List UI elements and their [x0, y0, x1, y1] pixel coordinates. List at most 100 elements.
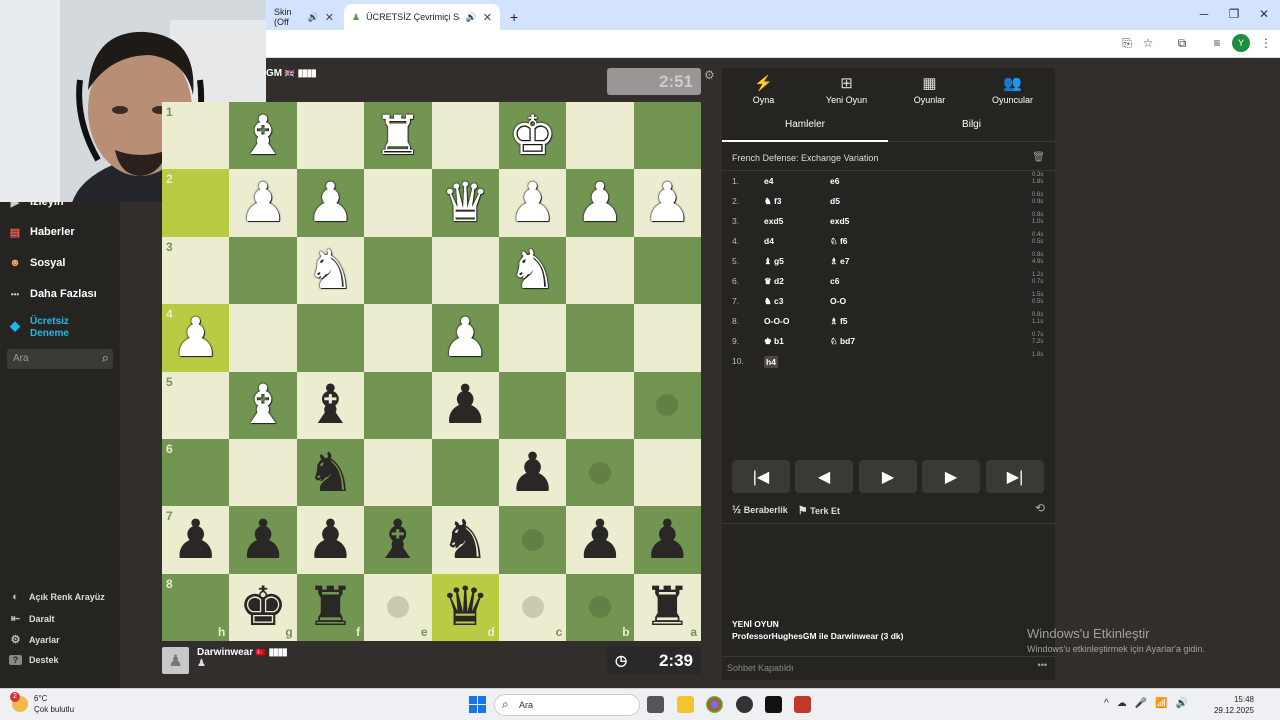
black-pawn-icon[interactable]: ♟ [508, 445, 556, 500]
black-pawn-icon[interactable]: ♟ [306, 512, 354, 567]
board-square[interactable] [566, 236, 634, 305]
task-view-icon[interactable] [647, 696, 664, 713]
speaker-icon[interactable]: 🔊 [466, 12, 477, 23]
play-button[interactable]: ▶ [859, 460, 917, 493]
white-bishop-icon[interactable]: ♝ [239, 378, 287, 432]
wifi-icon[interactable]: 📶 [1155, 698, 1167, 709]
board-square[interactable] [498, 506, 567, 574]
black-bishop-icon[interactable]: ♝ [306, 378, 354, 432]
black-knight-icon[interactable]: ♞ [441, 512, 489, 567]
black-pawn-icon[interactable]: ♟ [643, 512, 691, 567]
board-square[interactable]: f ♜ [296, 573, 365, 641]
speaker-icon[interactable]: 🔊 [308, 12, 319, 23]
menu-icon[interactable]: ⋮ [1257, 34, 1275, 52]
previous-move-button[interactable]: ◀ [795, 460, 853, 493]
black-move[interactable]: O-O [830, 296, 846, 306]
board-square[interactable]: 3 [162, 236, 230, 305]
white-move[interactable]: ♛ d2 [764, 276, 784, 287]
board-square[interactable] [566, 438, 634, 507]
tab-players[interactable]: 👥 Oyuncular [971, 74, 1054, 105]
board-square[interactable]: ♚ [498, 102, 567, 170]
black-knight-icon[interactable]: ♞ [306, 445, 354, 500]
white-move[interactable]: ♝ g5 [764, 256, 784, 267]
board-square[interactable]: ♟ [566, 169, 634, 237]
board-square[interactable]: ♝ [296, 371, 365, 439]
taskbar-search-input[interactable]: ⌕ Ara [494, 694, 640, 716]
opening-name[interactable]: French Defense: Exchange Variation [732, 153, 878, 163]
sidebar-item-social[interactable]: ☻ Sosyal [8, 253, 65, 273]
legal-move-dot[interactable] [386, 596, 409, 619]
board-square[interactable] [633, 236, 701, 305]
board-square[interactable]: 8h [162, 573, 230, 641]
board-square[interactable]: ♞ [431, 506, 499, 574]
board-square[interactable] [229, 438, 297, 507]
start-button[interactable] [469, 696, 486, 713]
board-square[interactable]: ♟ [633, 169, 701, 237]
browser-tab-1[interactable]: Skin (Off 🔊 ✕ [266, 4, 342, 30]
close-tab-icon[interactable]: ✕ [325, 11, 334, 24]
board-square[interactable] [498, 304, 567, 372]
board-square[interactable]: ♟ [431, 371, 499, 439]
board-square[interactable]: ♝ [364, 506, 432, 574]
tab-play[interactable]: ⚡ Oyna [722, 74, 805, 105]
black-move[interactable]: exd5 [830, 216, 849, 226]
board-square[interactable] [296, 304, 365, 372]
volume-icon[interactable]: 🔊 [1176, 698, 1188, 709]
board-square[interactable] [566, 304, 634, 372]
black-move[interactable]: d5 [830, 196, 840, 206]
board-square[interactable]: ♟ [229, 506, 297, 574]
board-square[interactable]: 2 [162, 169, 230, 237]
star-icon[interactable]: ☆ [1139, 34, 1157, 52]
settings-button[interactable]: ⚙ Ayarlar [9, 633, 60, 646]
board-square[interactable] [633, 102, 701, 170]
black-queen-icon[interactable]: ♛ [441, 580, 489, 634]
browser-tab-2[interactable]: ♟ ÜCRETSİZ Çevrimiçi Satranç 🔊 ✕ [344, 4, 500, 30]
minimize-button[interactable]: ─ [1188, 0, 1220, 28]
cloud-icon[interactable]: ☁ [1117, 698, 1127, 709]
close-window-button[interactable]: ✕ [1248, 0, 1280, 28]
black-rook-icon[interactable]: ♜ [306, 580, 354, 634]
white-knight-icon[interactable]: ♞ [508, 243, 556, 297]
board-square[interactable]: ♟ [296, 506, 365, 574]
board-square[interactable]: 7 ♟ [162, 506, 230, 574]
board-square[interactable] [566, 102, 634, 170]
board-square[interactable]: 4 ♟ [162, 304, 230, 372]
tab-new-game[interactable]: ⊞ Yeni Oyun [805, 74, 888, 105]
board-square[interactable]: ♝ [229, 102, 297, 170]
board-square[interactable] [498, 371, 567, 439]
white-move[interactable]: d4 [764, 236, 774, 246]
profile-icon[interactable]: Y [1232, 34, 1250, 52]
legal-move-dot[interactable] [656, 394, 679, 417]
board-square[interactable] [633, 371, 701, 439]
black-move[interactable]: c6 [830, 276, 839, 286]
app-icon[interactable] [765, 696, 782, 713]
white-rook-icon[interactable]: ♜ [374, 108, 422, 163]
board-square[interactable]: ♟ [498, 438, 567, 507]
black-pawn-icon[interactable]: ♟ [171, 512, 219, 567]
white-pawn-icon[interactable]: ♟ [508, 176, 556, 230]
white-bishop-icon[interactable]: ♝ [239, 108, 287, 163]
board-square[interactable] [364, 438, 432, 507]
board-square[interactable] [566, 371, 634, 439]
last-move-button[interactable]: ▶| [986, 460, 1044, 493]
close-tab-icon[interactable]: ✕ [483, 11, 492, 24]
board-square[interactable]: ♟ [296, 169, 365, 237]
legal-move-dot[interactable] [588, 596, 611, 619]
black-pawn-icon[interactable]: ♟ [576, 512, 624, 567]
bottom-player-info[interactable]: ♟ Darwinwear 🇹🇷 ▮▮▮▮ ♟ [162, 647, 288, 674]
tab-search-icon[interactable]: ≡ [1208, 34, 1226, 52]
light-theme-toggle[interactable]: ◐ Açık Renk Arayüz [9, 591, 105, 603]
shield-icon[interactable] [794, 696, 811, 713]
collapse-button[interactable]: ⇤ Daralt [9, 612, 55, 625]
extensions-icon[interactable]: ⧉ [1173, 34, 1191, 52]
board-square[interactable]: ♛ [431, 169, 499, 237]
black-bishop-icon[interactable]: ♝ [374, 512, 422, 567]
white-pawn-icon[interactable]: ♟ [441, 310, 489, 365]
board-square[interactable] [431, 102, 499, 170]
obs-icon[interactable] [736, 696, 753, 713]
board-square[interactable]: ♟ [566, 506, 634, 574]
chevron-up-icon[interactable]: ^ [1104, 698, 1109, 709]
board-square[interactable]: g ♚ [229, 573, 297, 641]
sidebar-item-news[interactable]: ▤ Haberler [8, 222, 75, 242]
support-button[interactable]: ? Destek [9, 655, 59, 665]
